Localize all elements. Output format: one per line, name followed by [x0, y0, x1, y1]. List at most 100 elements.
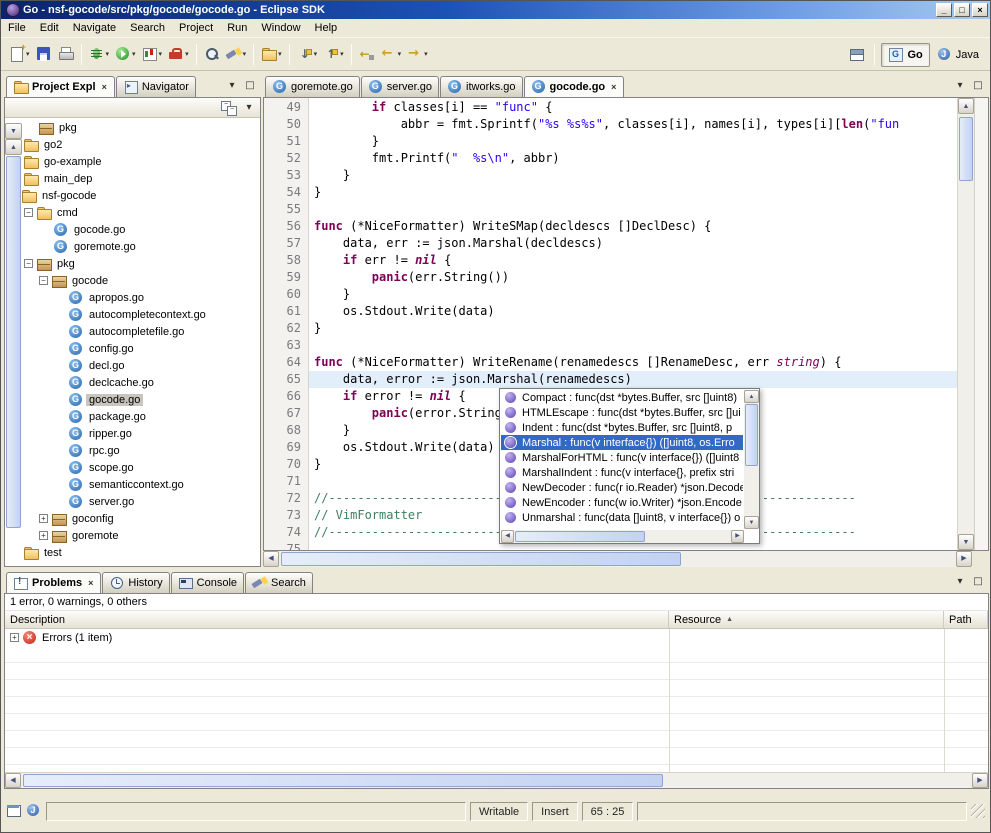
tree-item-cmd[interactable]: −cmd — [5, 204, 243, 221]
line-number[interactable]: 65 — [264, 371, 301, 388]
scroll-thumb[interactable] — [23, 774, 663, 787]
completion-item-newdecoder[interactable]: NewDecoder : func(r io.Reader) *json.Dec… — [501, 480, 743, 495]
scroll-down-icon[interactable]: ▼ — [744, 516, 759, 529]
line-number[interactable]: 58 — [264, 252, 301, 269]
back-button[interactable]: ▾ — [378, 42, 405, 66]
editor-tab-itworks-go[interactable]: itworks.go — [440, 76, 523, 97]
line-number[interactable]: 67 — [264, 405, 301, 422]
line-number[interactable]: 50 — [264, 116, 301, 133]
line-number[interactable]: 55 — [264, 201, 301, 218]
column-header-resource[interactable]: Resource▲ — [669, 611, 944, 628]
tree-item-scope-go[interactable]: scope.go — [5, 459, 243, 476]
minimize-view-button[interactable]: ▾ — [952, 79, 968, 93]
code-line-51[interactable]: } — [309, 133, 957, 150]
open-type-button[interactable] — [201, 42, 223, 66]
scroll-left-icon[interactable]: ◀ — [5, 773, 21, 788]
new-project-button[interactable]: ▾ — [258, 42, 285, 66]
resize-grip[interactable] — [971, 804, 985, 818]
maximize-view-button[interactable]: □ — [970, 79, 986, 93]
tree-item-gocode-go[interactable]: gocode.go — [5, 391, 243, 408]
tree-item-declcache-go[interactable]: declcache.go — [5, 374, 243, 391]
scroll-thumb[interactable] — [281, 552, 681, 566]
tree-item-main-dep[interactable]: main_dep — [5, 170, 243, 187]
completion-item-marshalindent[interactable]: MarshalIndent : func(v interface{}, pref… — [501, 465, 743, 480]
print-button[interactable] — [55, 42, 77, 66]
line-number[interactable]: 71 — [264, 473, 301, 490]
dropdown-arrow-icon[interactable]: ▾ — [243, 50, 247, 58]
line-number[interactable]: 64 — [264, 354, 301, 371]
explorer-tab-navigator[interactable]: Navigator — [116, 76, 196, 97]
dropdown-arrow-icon[interactable]: ▾ — [159, 50, 163, 58]
code-line-49[interactable]: if classes[i] == "func" { — [309, 99, 957, 116]
dropdown-arrow-icon[interactable]: ▾ — [185, 50, 189, 58]
menu-window[interactable]: Window — [254, 19, 307, 37]
line-number[interactable]: 74 — [264, 524, 301, 541]
line-number[interactable]: 66 — [264, 388, 301, 405]
close-tab-icon[interactable]: × — [87, 578, 94, 588]
code-line-56[interactable]: func (*NiceFormatter) WriteSMap(decldesc… — [309, 218, 957, 235]
collapse-icon[interactable]: − — [39, 276, 48, 285]
tree-item-config-go[interactable]: config.go — [5, 340, 243, 357]
view-tab-console[interactable]: Console — [171, 572, 244, 593]
scroll-left-icon[interactable]: ◀ — [263, 551, 279, 567]
open-perspective-button[interactable] — [846, 43, 868, 67]
overview-ruler[interactable] — [974, 98, 988, 550]
tree-item-rpc-go[interactable]: rpc.go — [5, 442, 243, 459]
tree-item-gocode-go[interactable]: gocode.go — [5, 221, 243, 238]
dropdown-arrow-icon[interactable]: ▾ — [398, 50, 402, 58]
tree-item-decl-go[interactable]: decl.go — [5, 357, 243, 374]
tree-item-autocompletecontext-go[interactable]: autocompletecontext.go — [5, 306, 243, 323]
code-line-54[interactable]: } — [309, 184, 957, 201]
scroll-right-icon[interactable]: ▶ — [972, 773, 988, 788]
completion-item-marshal[interactable]: Marshal : func(v interface{}) ([]uint8, … — [501, 435, 743, 450]
code-line-55[interactable] — [309, 201, 957, 218]
tree-item-goremote-go[interactable]: goremote.go — [5, 238, 243, 255]
completion-item-unmarshal[interactable]: Unmarshal : func(data []uint8, v interfa… — [501, 510, 743, 525]
tree-item-goremote[interactable]: +goremote — [5, 527, 243, 544]
tree-item-nsf-gocode[interactable]: −nsf-gocode — [5, 187, 243, 204]
code-line-61[interactable]: os.Stdout.Write(data) — [309, 303, 957, 320]
editor-tab-goremote-go[interactable]: goremote.go — [265, 76, 360, 97]
expand-icon[interactable]: + — [39, 531, 48, 540]
code-line-53[interactable]: } — [309, 167, 957, 184]
completion-item-indent[interactable]: Indent : func(dst *bytes.Buffer, src []u… — [501, 420, 743, 435]
code-line-65[interactable]: data, error := json.Marshal(renamedescs) — [309, 371, 957, 388]
collapse-all-button[interactable] — [221, 100, 237, 116]
line-number[interactable]: 73 — [264, 507, 301, 524]
scroll-thumb[interactable] — [745, 404, 758, 466]
code-line-58[interactable]: if err != nil { — [309, 252, 957, 269]
close-tab-icon[interactable]: × — [101, 82, 108, 92]
new-wizard-button[interactable]: ▾ — [6, 42, 33, 66]
scroll-right-icon[interactable]: ▶ — [731, 530, 744, 543]
line-number[interactable]: 72 — [264, 490, 301, 507]
column-header-description[interactable]: Description — [5, 611, 669, 628]
tree-item-server-go[interactable]: server.go — [5, 493, 243, 510]
scroll-up-icon[interactable]: ▲ — [958, 98, 974, 114]
code-line-59[interactable]: panic(err.String()) — [309, 269, 957, 286]
line-number[interactable]: 61 — [264, 303, 301, 320]
dropdown-arrow-icon[interactable]: ▾ — [314, 50, 318, 58]
collapse-icon[interactable]: − — [24, 208, 33, 217]
save-button[interactable] — [33, 42, 55, 66]
expand-icon[interactable]: + — [10, 633, 19, 642]
view-tab-problems[interactable]: Problems× — [6, 572, 101, 593]
editor-horizontal-scrollbar[interactable]: ◀ ▶ — [263, 551, 972, 567]
titlebar[interactable]: Go - nsf-gocode/src/pkg/gocode/gocode.go… — [1, 1, 990, 19]
perspective-java-button[interactable]: Java — [930, 43, 986, 67]
line-number[interactable]: 54 — [264, 184, 301, 201]
minimize-view-button[interactable]: ▾ — [952, 575, 968, 589]
scroll-thumb[interactable] — [959, 117, 973, 181]
close-tab-icon[interactable]: × — [610, 82, 617, 92]
editor-tab-gocode-go[interactable]: gocode.go× — [524, 76, 625, 97]
view-menu-button[interactable]: ▾ — [241, 101, 257, 115]
completion-item-marshalforhtml[interactable]: MarshalForHTML : func(v interface{}) ([]… — [501, 450, 743, 465]
view-tab-search[interactable]: Search — [245, 572, 313, 593]
problems-horizontal-scrollbar[interactable]: ◀ ▶ — [5, 772, 988, 788]
column-header-path[interactable]: Path — [944, 611, 988, 628]
editor-vertical-scrollbar[interactable]: ▲ ▼ — [957, 98, 974, 550]
dropdown-arrow-icon[interactable]: ▾ — [106, 50, 110, 58]
line-number[interactable]: 53 — [264, 167, 301, 184]
next-annotation-button[interactable]: ▾ — [294, 42, 321, 66]
line-number[interactable]: 60 — [264, 286, 301, 303]
tree-item-package-go[interactable]: package.go — [5, 408, 243, 425]
